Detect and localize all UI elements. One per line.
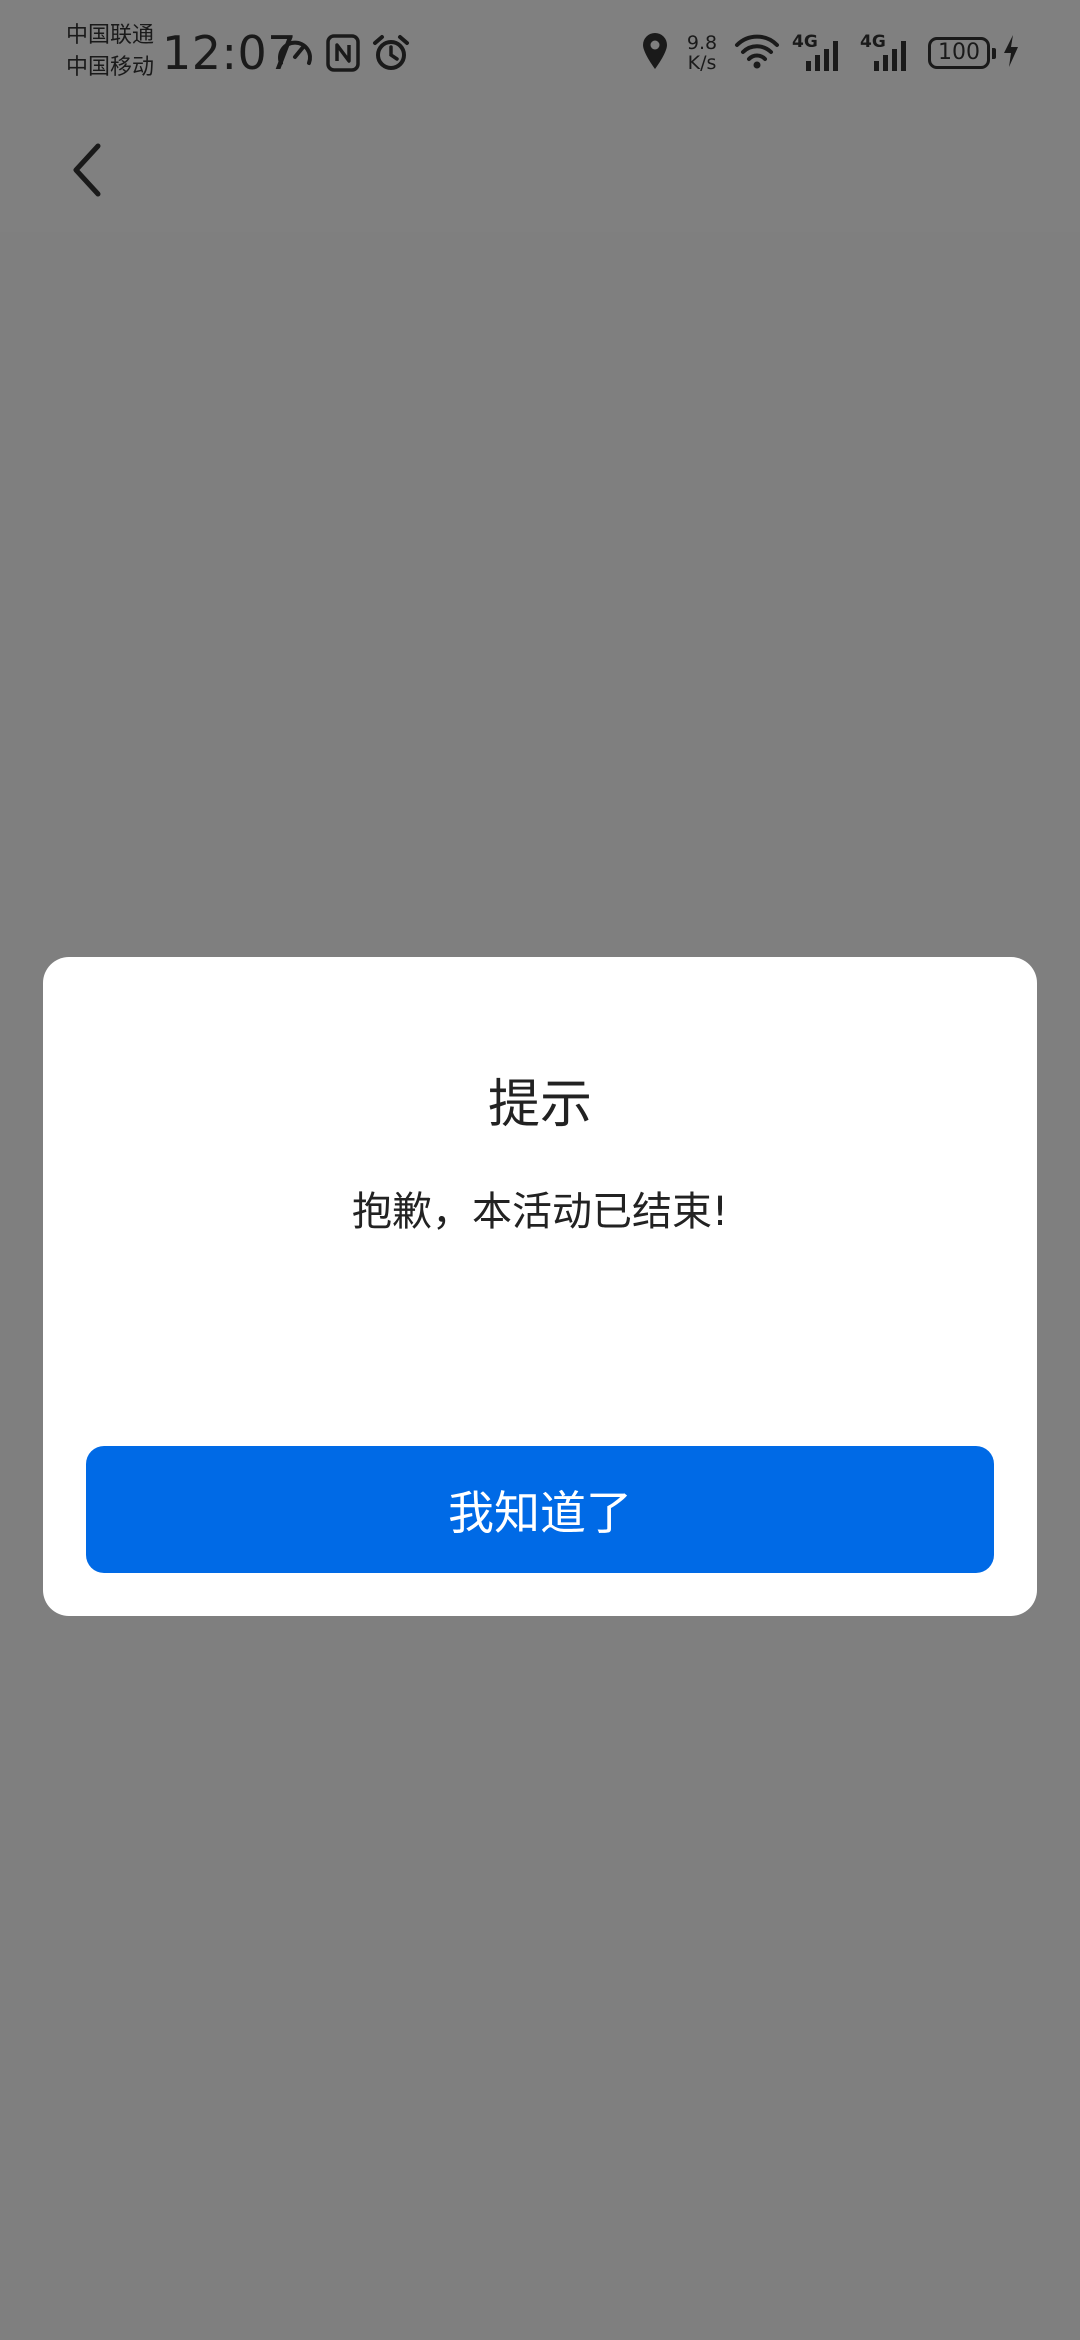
- signal-2: 4G: [860, 33, 916, 73]
- back-button[interactable]: [56, 134, 120, 206]
- status-bar: 中国联通 中国移动 12:07 9.8 K/s 4G 4G 100: [0, 0, 1080, 110]
- top-nav-bar: [0, 110, 1080, 232]
- battery-icon: 100: [928, 37, 996, 69]
- dialog-title: 提示: [487, 1075, 592, 1135]
- charging-icon: [1002, 33, 1020, 73]
- speedometer-icon: [275, 33, 315, 77]
- battery-level: 100: [938, 40, 980, 65]
- status-right-icons: 9.8 K/s 4G 4G 100: [640, 30, 1020, 76]
- nfc-icon: [325, 33, 361, 77]
- location-icon: [640, 31, 670, 75]
- network-speed: 9.8 K/s: [682, 33, 722, 73]
- chevron-left-icon: [73, 143, 101, 197]
- signal-1: 4G: [792, 33, 848, 73]
- confirm-button[interactable]: 我知道了: [86, 1446, 994, 1573]
- wifi-icon: [734, 33, 780, 73]
- network-speed-unit: K/s: [687, 52, 717, 74]
- dialog-message: 抱歉，本活动已结束!: [351, 1189, 729, 1235]
- screen: 中国联通 中国移动 12:07 9.8 K/s 4G 4G 100 提示 抱歉，…: [0, 0, 1080, 2340]
- carrier-names: 中国联通 中国移动: [66, 20, 154, 84]
- carrier-1: 中国联通: [66, 23, 155, 48]
- carrier-2: 中国移动: [66, 55, 155, 80]
- signal-icon: [806, 41, 838, 71]
- network-speed-value: 9.8: [686, 32, 718, 54]
- alert-dialog: 提示 抱歉，本活动已结束! 我知道了: [43, 957, 1037, 1616]
- status-left-icons: [275, 33, 411, 77]
- signal-icon: [874, 41, 906, 71]
- alarm-icon: [371, 33, 411, 77]
